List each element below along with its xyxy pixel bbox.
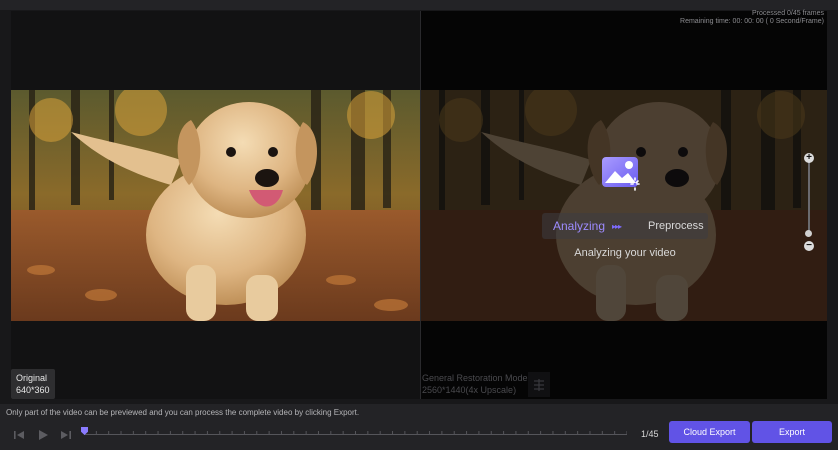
original-tag-title: Original	[16, 373, 48, 383]
preview-stage	[11, 11, 827, 399]
zoom-in-icon[interactable]: +	[804, 153, 814, 163]
processing-status: Processed 0/45 frames Remaining time: 00…	[680, 10, 824, 26]
zoom-slider-track[interactable]	[808, 160, 810, 234]
cloud-export-button[interactable]: Cloud Export	[669, 421, 750, 443]
analysis-message: Analyzing your video	[574, 247, 676, 259]
remaining-time-text: Remaining time: 00: 00: 00 ( 0 Second/Fr…	[680, 18, 824, 25]
export-button[interactable]: Export	[752, 421, 832, 443]
original-tag: Original 640*360	[11, 369, 55, 399]
dog-scene-image	[11, 90, 420, 321]
processed-frames-text: Processed 0/45 frames	[752, 10, 824, 17]
image-analyzing-icon	[602, 157, 640, 191]
step-arrows-icon: ▸▸▸	[612, 222, 622, 231]
compare-icon[interactable]	[528, 372, 550, 397]
previous-frame-icon[interactable]	[12, 428, 26, 442]
processing-overlay	[421, 90, 827, 321]
model-name: General Restoration Model	[422, 373, 530, 383]
timeline-ticks	[84, 431, 627, 435]
original-tag-resolution: 640*360	[16, 385, 50, 395]
frame-counter: 1/45	[641, 429, 659, 439]
original-video-frame	[11, 90, 420, 321]
model-resolution: 2560*1440(4x Upscale)	[422, 385, 517, 395]
step-analyzing: Analyzing	[553, 219, 606, 233]
step-preprocess: Preprocess	[648, 220, 704, 232]
export-hint: Only part of the video can be previewed …	[6, 408, 360, 417]
top-bar	[0, 0, 838, 10]
zoom-out-icon[interactable]: −	[804, 241, 814, 251]
next-frame-icon[interactable]	[59, 428, 73, 442]
play-icon[interactable]	[36, 428, 50, 442]
zoom-slider-handle[interactable]	[805, 230, 812, 237]
processed-video-frame	[421, 90, 827, 321]
model-tag: General Restoration Model 2560*1440(4x U…	[422, 372, 530, 396]
